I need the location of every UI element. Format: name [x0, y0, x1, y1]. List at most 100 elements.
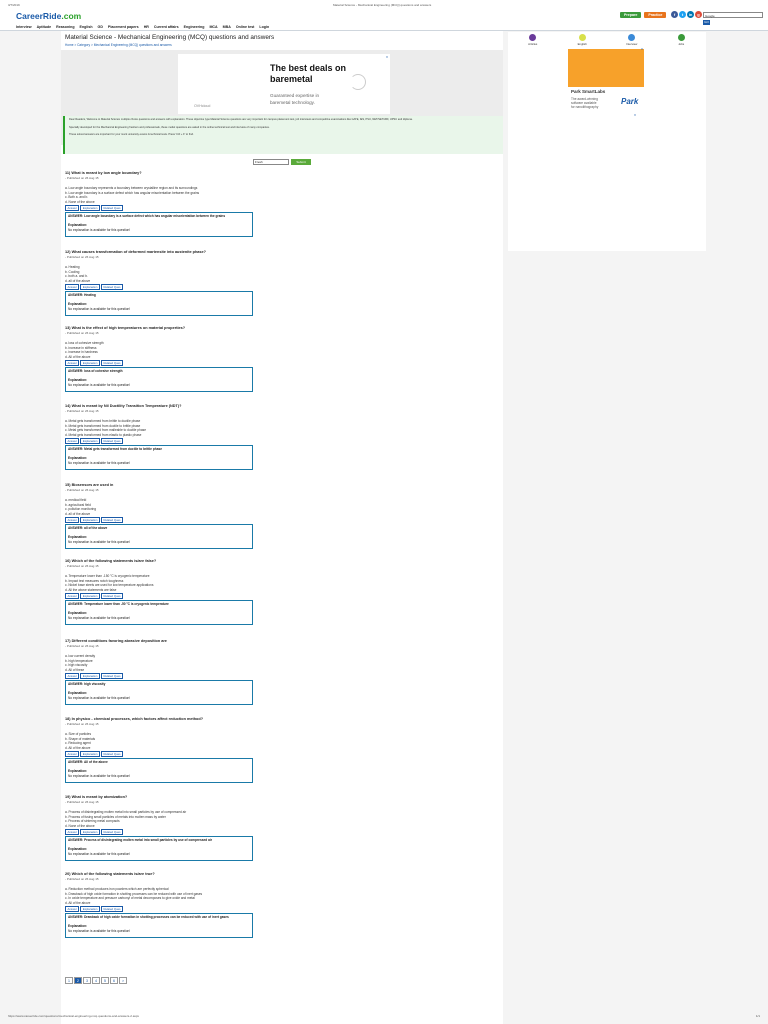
answer-box: ANSWER: Drawback of high oxide formation…: [65, 913, 253, 939]
tab-related[interactable]: Related Ques: [100, 829, 124, 836]
nav-reasoning[interactable]: Reasoning: [56, 25, 74, 29]
tab-related[interactable]: Related Ques: [100, 438, 124, 445]
option-item: d. All of the above: [65, 354, 91, 359]
page-link[interactable]: 3: [83, 977, 91, 984]
page-link[interactable]: 6: [110, 977, 118, 984]
sidebar-item-jobs[interactable]: Jobs: [661, 34, 701, 48]
tab-answer[interactable]: Answer: [65, 517, 80, 524]
print-date: 3/7/2019: [8, 3, 20, 7]
search-go-button[interactable]: GO: [703, 20, 710, 25]
nav-online-test[interactable]: Online test: [236, 25, 255, 29]
sidebar-ad-text: The award-winning software available for n…: [571, 97, 599, 109]
option-item: d. Metal gets transformed from elastic t…: [65, 432, 142, 437]
search-input[interactable]: Google: [703, 12, 763, 18]
filter-select[interactable]: Fresh: [253, 159, 289, 165]
answer-box: ANSWER: all of the above Explanation: No e…: [65, 524, 253, 550]
page-link[interactable]: 4: [92, 977, 100, 984]
tab-related[interactable]: Related Ques: [100, 906, 124, 913]
nav-placement-papers[interactable]: Placement papers: [108, 25, 139, 29]
tab-answer[interactable]: Answer: [65, 438, 80, 445]
question-title: 14) What is meant by Nil Ductility Trans…: [65, 404, 182, 408]
page-link-current[interactable]: 2: [74, 977, 82, 984]
nav-aptitude[interactable]: Aptitude: [37, 25, 52, 29]
tab-explanation[interactable]: Explanation: [80, 906, 100, 913]
tab-answer[interactable]: Answer: [65, 284, 80, 291]
nav-gd[interactable]: GD: [98, 25, 103, 29]
tab-explanation[interactable]: Explanation: [80, 205, 100, 212]
answer-tabs: Answer Explanation Related Ques: [65, 906, 501, 913]
option-item: d. None of the above: [65, 199, 95, 204]
ad-card[interactable]: X The best deals on baremetal Guaranteed …: [178, 54, 390, 114]
tab-answer[interactable]: Answer: [65, 360, 80, 367]
twitter-icon[interactable]: t: [679, 11, 686, 18]
tab-answer[interactable]: Answer: [65, 751, 80, 758]
sidebar-ad[interactable]: X Park SmartLabs The award-winning softwa…: [568, 47, 644, 111]
sidebar-item-articles[interactable]: Articles: [513, 34, 553, 48]
tab-related[interactable]: Related Ques: [100, 593, 124, 600]
page-link[interactable]: 1: [65, 977, 73, 984]
print-url: https://www.careerride.com/questions/mec…: [8, 1014, 140, 1018]
nav-engineering[interactable]: Engineering: [184, 25, 205, 29]
published-date: - Published on 26 Aug 15: [65, 331, 99, 335]
tab-answer[interactable]: Answer: [65, 205, 80, 212]
tab-related[interactable]: Related Ques: [100, 205, 124, 212]
nav-mba[interactable]: MBA: [223, 25, 231, 29]
answer-text: ANSWER: Process of disintegrating molten…: [68, 838, 213, 843]
intro-box: Dear Readers, Welcome to Material Scienc…: [63, 116, 503, 154]
explanation-text: No explanation is available for this que…: [68, 774, 131, 779]
ad-close-icon[interactable]: X: [634, 113, 636, 117]
next-page-link[interactable]: >: [119, 977, 127, 984]
tab-answer[interactable]: Answer: [65, 673, 80, 680]
nav-english[interactable]: English: [80, 25, 93, 29]
sidebar-ad-image: [568, 49, 644, 87]
tab-related[interactable]: Related Ques: [100, 360, 124, 367]
answer-text: ANSWER: Drawback of high oxide formation…: [68, 915, 229, 920]
sidebar-item-interview[interactable]: Interview: [612, 34, 652, 48]
tab-explanation[interactable]: Explanation: [80, 438, 100, 445]
tab-answer[interactable]: Answer: [65, 906, 80, 913]
question-options: a. Low angle boundary represents a bound…: [65, 186, 501, 204]
site-logo[interactable]: CareerRide.com: [16, 11, 81, 21]
question-item: 12) What causes transformation of deform…: [65, 250, 501, 317]
nav-login[interactable]: Login: [259, 25, 269, 29]
nav-mca[interactable]: MCA: [209, 25, 217, 29]
tab-explanation[interactable]: Explanation: [80, 593, 100, 600]
page-link[interactable]: 5: [101, 977, 109, 984]
nav-current-affairs[interactable]: Current affairs: [154, 25, 179, 29]
submit-button[interactable]: Submit: [291, 159, 311, 165]
answer-text: ANSWER: Metal gets transformed from duct…: [68, 447, 163, 452]
tab-explanation[interactable]: Explanation: [80, 284, 100, 291]
question-options: a. Process of disintegrating molten meta…: [65, 810, 501, 828]
sidebar-item-english[interactable]: English: [562, 34, 602, 48]
prepare-button[interactable]: Prepare: [620, 12, 642, 18]
question-title: 17) Different conditions favoring abrasi…: [65, 639, 167, 643]
tab-related[interactable]: Related Ques: [100, 673, 124, 680]
nav-hr[interactable]: HR: [144, 25, 149, 29]
answer-text: ANSWER: Low angle boundary is a surface …: [68, 214, 226, 219]
practice-button[interactable]: Practice: [644, 12, 667, 18]
ad-close-icon[interactable]: X: [641, 47, 643, 51]
facebook-icon[interactable]: f: [671, 11, 678, 18]
question-item: 13) What is the effect of high temperatu…: [65, 326, 501, 393]
tab-explanation[interactable]: Explanation: [80, 360, 100, 367]
tab-explanation[interactable]: Explanation: [80, 517, 100, 524]
tab-related[interactable]: Related Ques: [100, 517, 124, 524]
tab-explanation[interactable]: Explanation: [80, 673, 100, 680]
breadcrumb[interactable]: Home > Category > Mechanical Engineering…: [65, 43, 172, 47]
ad-close-icon[interactable]: X: [386, 55, 388, 59]
tab-explanation[interactable]: Explanation: [80, 751, 100, 758]
tab-related[interactable]: Related Ques: [100, 284, 124, 291]
explanation-label: Explanation:: [68, 769, 88, 774]
tab-answer[interactable]: Answer: [65, 593, 80, 600]
english-icon: [578, 34, 586, 41]
googleplus-icon[interactable]: g: [695, 11, 702, 18]
option-item: d. all of the above: [65, 511, 91, 516]
tab-related[interactable]: Related Ques: [100, 751, 124, 758]
nav-interview[interactable]: Interview: [16, 25, 32, 29]
explanation-label: Explanation:: [68, 223, 88, 228]
tab-explanation[interactable]: Explanation: [80, 829, 100, 836]
linkedin-icon[interactable]: in: [687, 11, 694, 18]
answer-box: ANSWER: Temperature lower than -50 °C is…: [65, 600, 253, 626]
tab-answer[interactable]: Answer: [65, 829, 80, 836]
question-options: a. Size of particles b. Shape of material…: [65, 732, 501, 750]
